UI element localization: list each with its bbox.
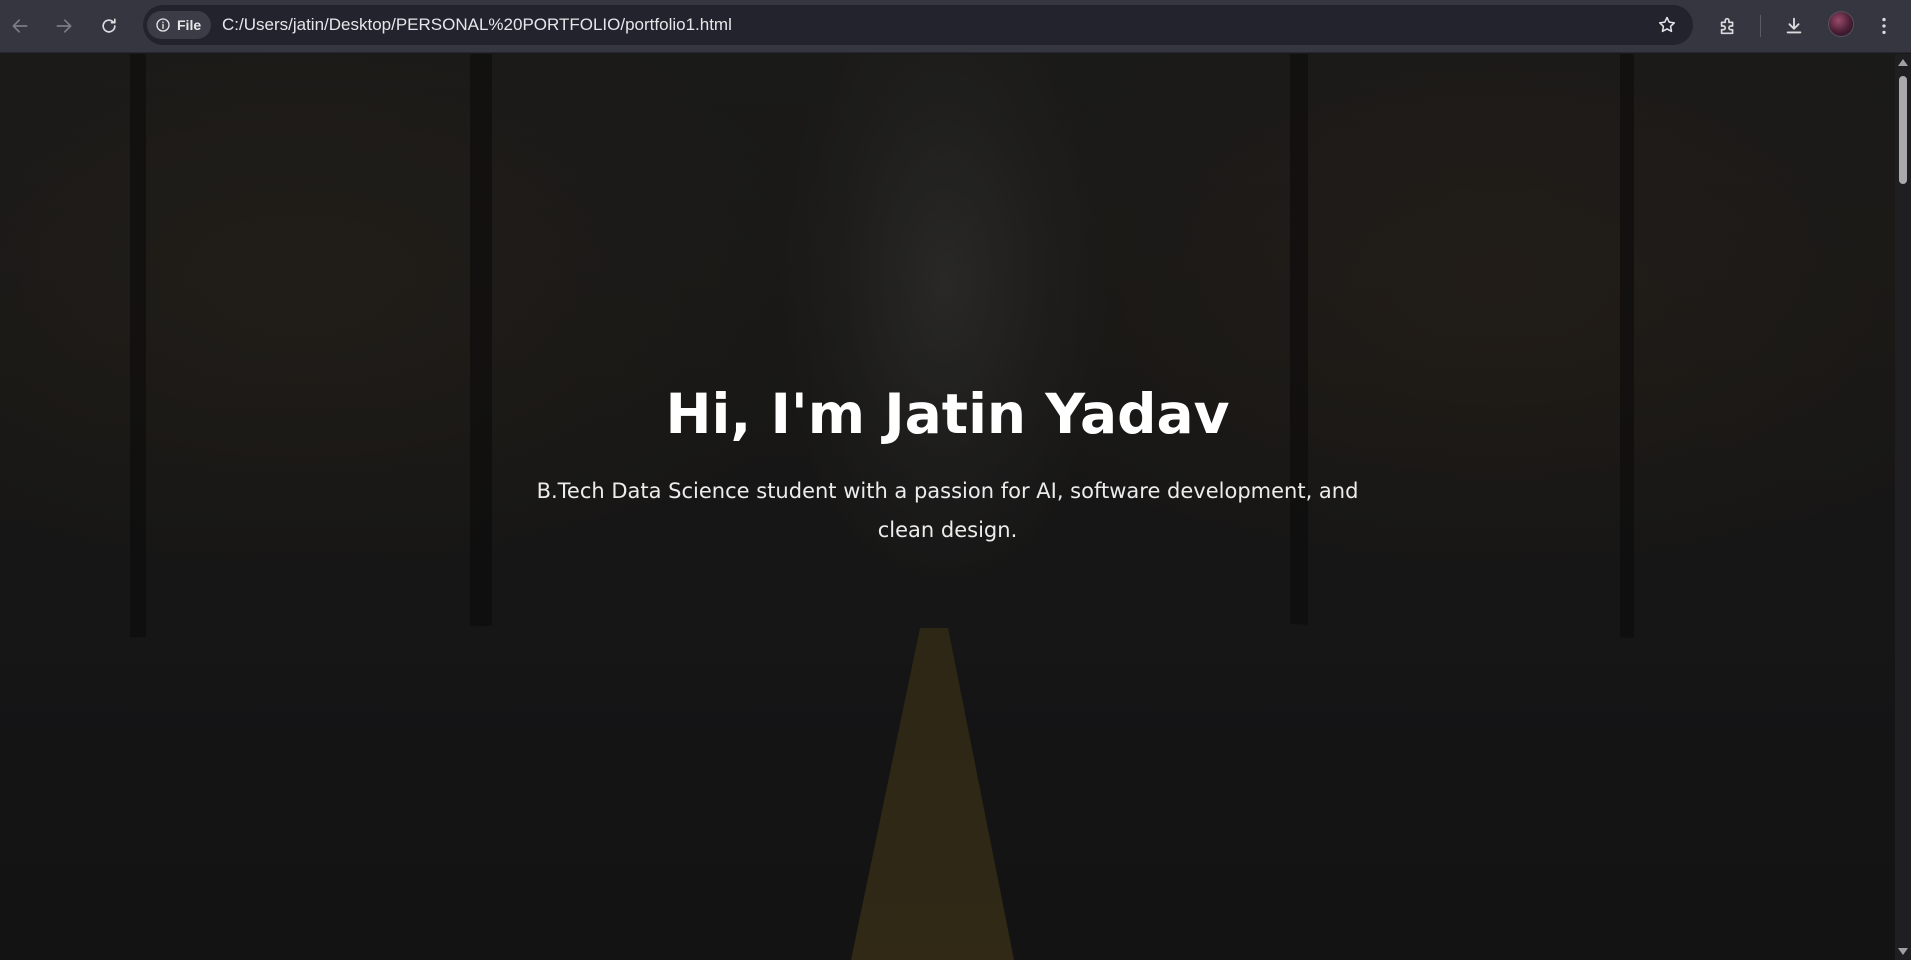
address-bar[interactable]: File C:/Users/jatin/Desktop/PERSONAL%20P…: [143, 5, 1693, 45]
reload-icon: [102, 18, 116, 33]
browser-menu-button[interactable]: [1868, 10, 1900, 42]
arrow-left-icon: [12, 19, 28, 33]
scrollbar-thumb[interactable]: [1899, 76, 1907, 184]
downloads-button[interactable]: [1778, 10, 1810, 42]
url-text[interactable]: C:/Users/jatin/Desktop/PERSONAL%20PORTFO…: [222, 15, 732, 35]
profile-avatar[interactable]: [1828, 11, 1854, 37]
star-icon: [1658, 16, 1676, 33]
forward-button[interactable]: [46, 8, 82, 44]
site-chip-label: File: [177, 17, 202, 33]
hero-subtitle: B.Tech Data Science student with a passi…: [536, 479, 1359, 542]
bookmark-button[interactable]: [1655, 13, 1679, 37]
hero-title: Hi, I'm Jatin Yadav: [665, 382, 1230, 446]
arrow-right-icon: [56, 19, 72, 33]
back-button[interactable]: [2, 8, 38, 44]
page-viewport: Hi, I'm Jatin Yadav B.Tech Data Science …: [0, 54, 1895, 960]
site-info-chip[interactable]: File: [147, 11, 212, 39]
browser-toolbar: File C:/Users/jatin/Desktop/PERSONAL%20P…: [0, 0, 1911, 53]
download-icon: [1786, 17, 1802, 34]
scroll-down-arrow[interactable]: [1898, 948, 1908, 955]
puzzle-icon: [1720, 17, 1734, 35]
scroll-up-arrow[interactable]: [1898, 59, 1908, 66]
more-vertical-icon: [1882, 17, 1886, 35]
extensions-button[interactable]: [1712, 10, 1744, 42]
toolbar-divider: [1760, 15, 1761, 37]
page-scrollbar[interactable]: [1895, 54, 1911, 960]
reload-button[interactable]: [91, 8, 127, 44]
info-icon: [156, 18, 170, 32]
